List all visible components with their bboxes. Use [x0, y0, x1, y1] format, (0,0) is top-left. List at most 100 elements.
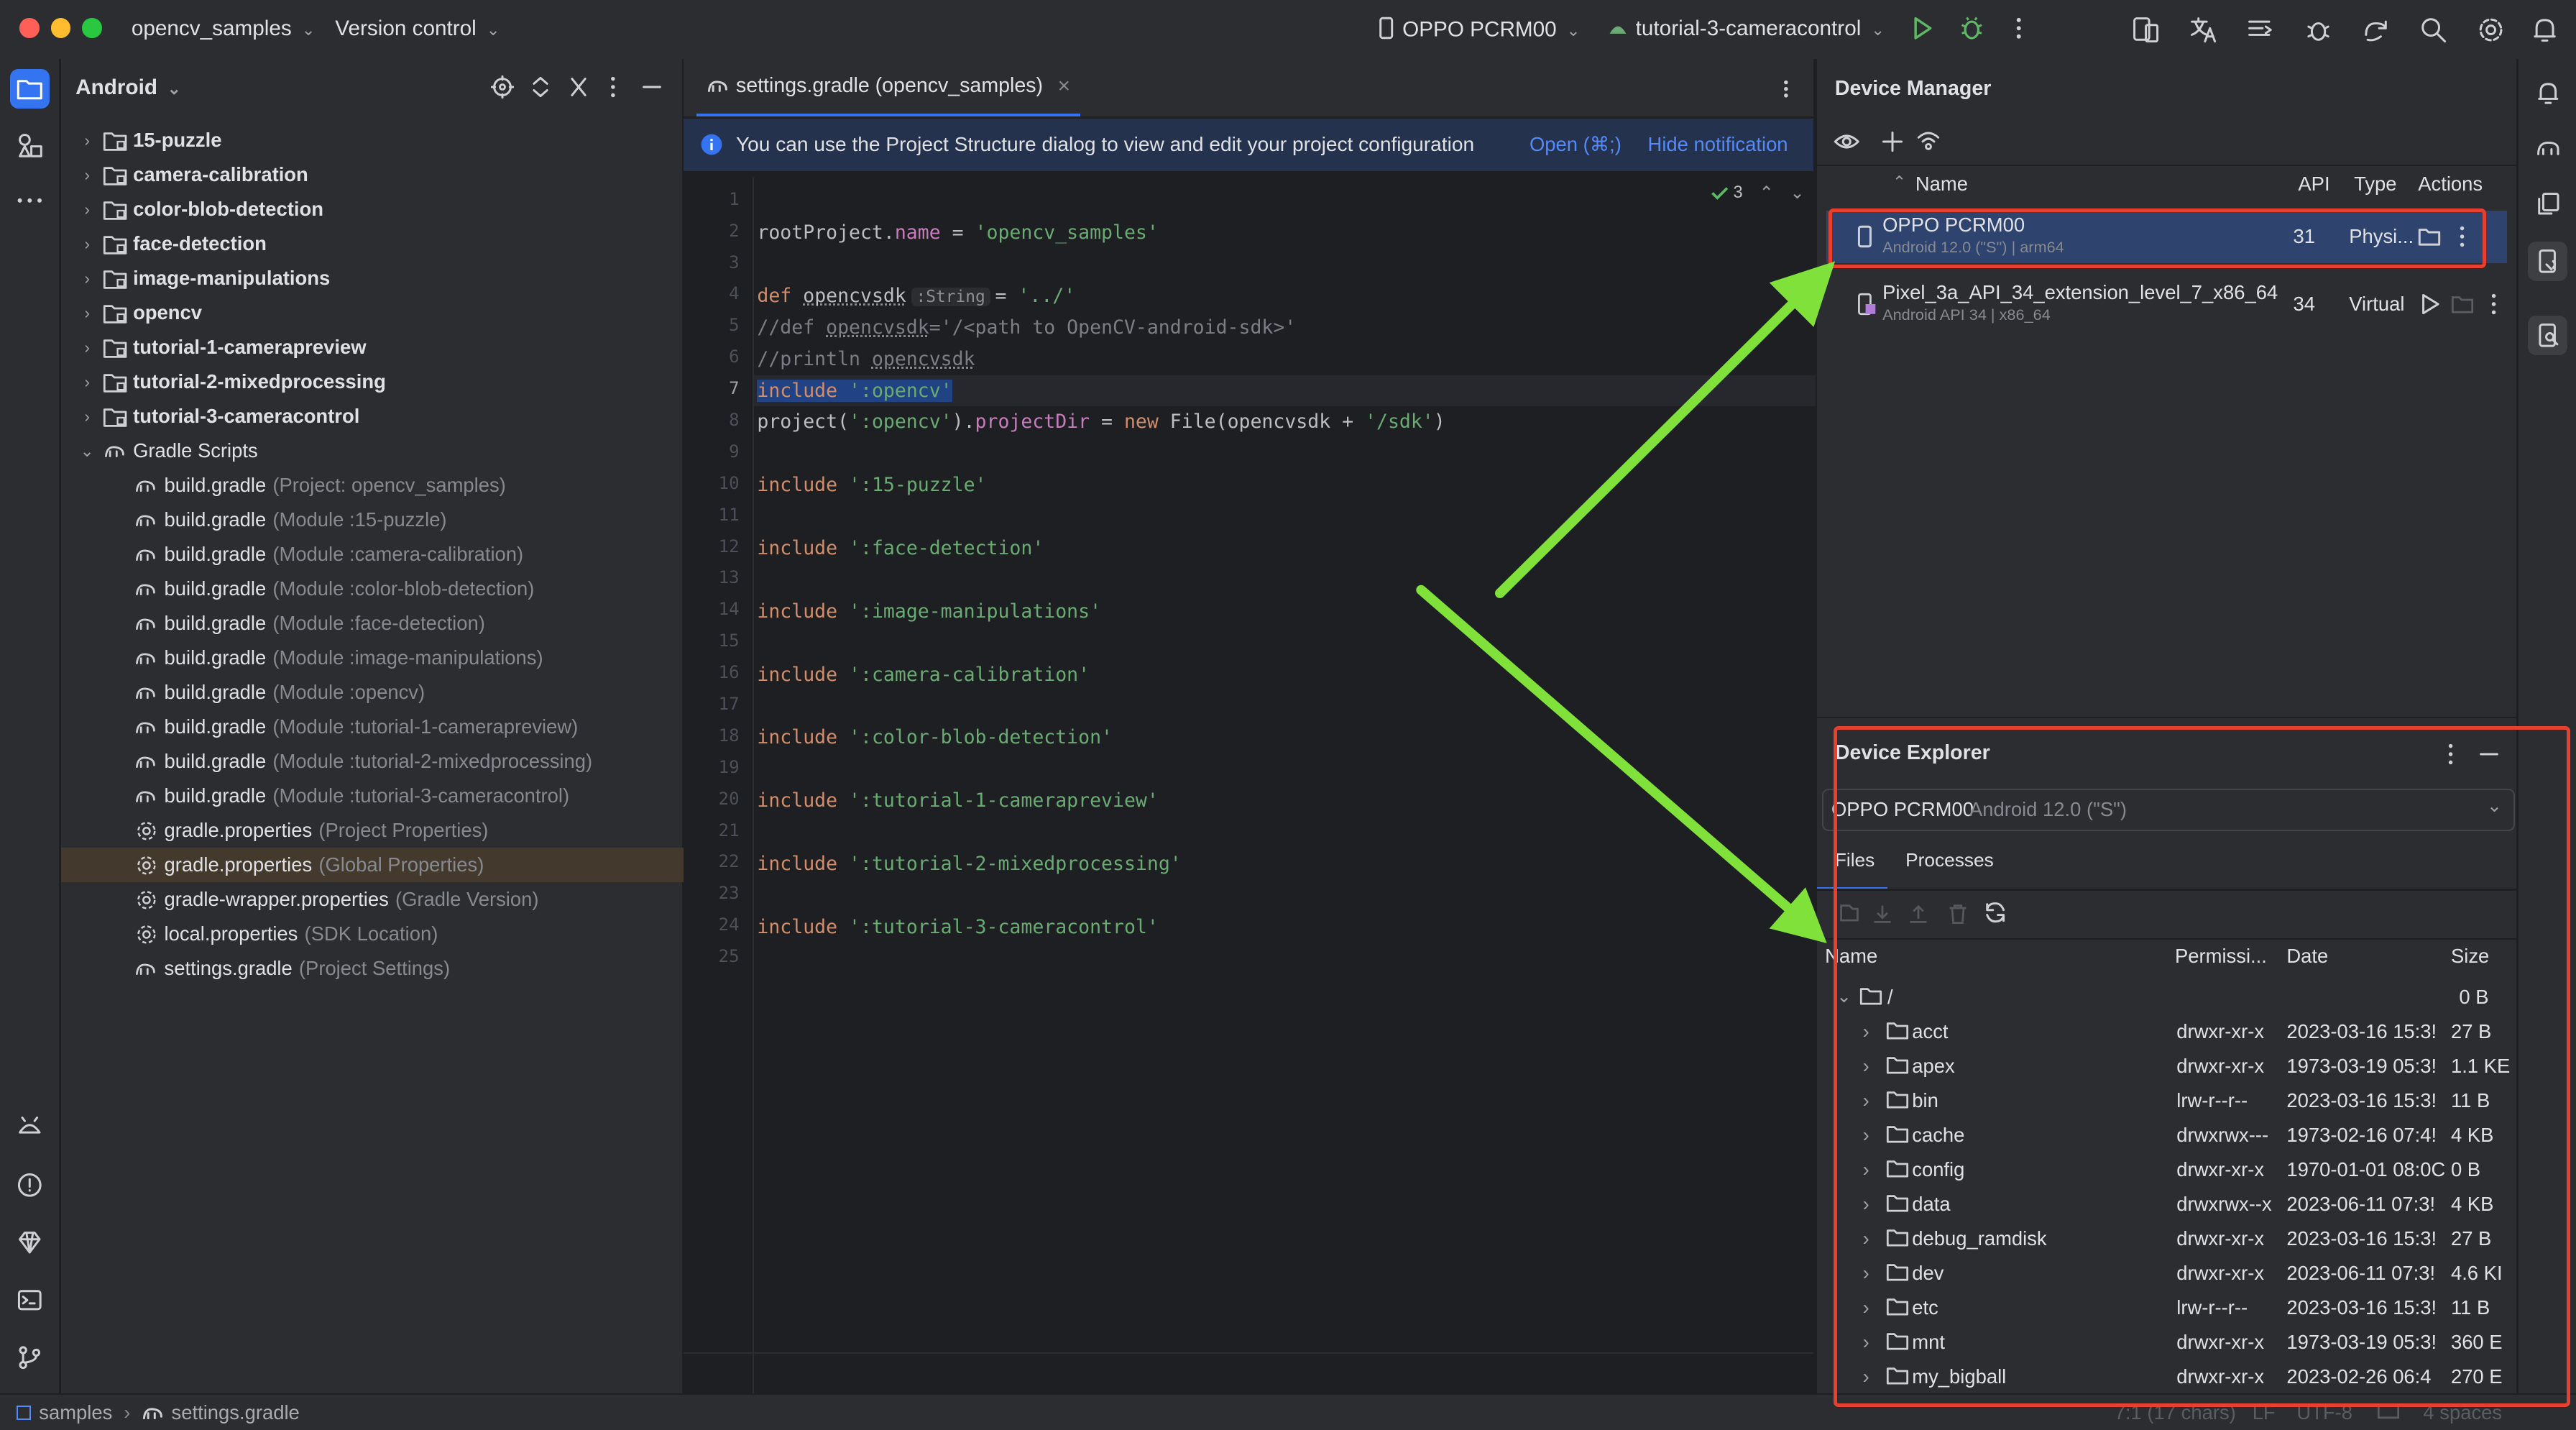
settings-icon[interactable] [2476, 15, 2506, 45]
tree-file[interactable]: build.gradle (Module :tutorial-2-mixedpro… [61, 744, 750, 779]
tree-file[interactable]: build.gradle (Module :camera-calibration) [61, 537, 750, 572]
code-area[interactable]: rootProject.name = 'opencv_samples'def o… [752, 177, 1818, 1413]
tree-file[interactable]: build.gradle (Module :tutorial-3-cameraco… [61, 779, 750, 813]
run-config-selector[interactable]: tutorial-3-cameracontrol ⌄ [1606, 17, 1885, 41]
chevron-right-icon[interactable]: › [77, 165, 96, 185]
open-project-structure-link[interactable]: Open (⌘;) [1530, 133, 1622, 156]
project-selector[interactable]: opencv_samples ⌄ [132, 17, 316, 41]
chevron-right-icon[interactable]: › [77, 234, 96, 254]
column-name[interactable]: Name [1915, 173, 1968, 196]
code-line[interactable]: rootProject.name = 'opencv_samples' [757, 217, 1158, 248]
chevron-right-icon[interactable]: › [77, 303, 96, 323]
code-line[interactable]: //println opencvsdk [757, 344, 975, 375]
project-view-selector[interactable]: Android ⌄ [75, 75, 181, 100]
code-line[interactable]: include ':opencv' [753, 375, 1818, 406]
more-vertical-icon[interactable] [1781, 79, 1791, 98]
chevron-right-icon[interactable]: › [77, 131, 96, 150]
notifications-icon[interactable] [2530, 15, 2559, 45]
more-tools-button[interactable] [10, 180, 50, 220]
breadcrumb-file[interactable]: settings.gradle [172, 1401, 300, 1424]
hide-notification-link[interactable]: Hide notification [1648, 133, 1788, 156]
tree-module[interactable]: › tutorial-2-mixedprocessing [61, 365, 699, 399]
tab-settings-gradle[interactable]: settings.gradle (opencv_samples) × [696, 59, 1080, 116]
tree-module[interactable]: › face-detection [61, 226, 699, 261]
more-vertical-icon[interactable] [2490, 293, 2497, 316]
expand-all-icon[interactable] [529, 75, 552, 98]
code-line[interactable]: project(':opencv').projectDir = new File… [757, 406, 1445, 437]
tree-file[interactable]: build.gradle (Project: opencv_samples) [61, 468, 750, 503]
pair-wifi-icon[interactable] [1917, 130, 1940, 153]
eye-icon[interactable] [1834, 130, 1860, 153]
tree-module[interactable]: › opencv [61, 295, 699, 330]
device-mirror-icon[interactable] [2131, 15, 2161, 45]
tree-module[interactable]: › tutorial-1-camerapreview [61, 330, 699, 365]
chevron-right-icon[interactable]: › [77, 407, 96, 426]
device-explorer-tool-button[interactable] [2528, 315, 2568, 355]
more-vertical-icon[interactable] [608, 75, 618, 98]
locate-icon[interactable] [491, 75, 515, 99]
tree-file[interactable]: build.gradle (Module :image-manipulations… [61, 641, 750, 675]
device-file-tool-button[interactable] [2528, 184, 2567, 224]
code-line[interactable]: include ':face-detection' [757, 533, 1044, 564]
chevron-right-icon[interactable]: › [77, 269, 96, 288]
breadcrumb-root[interactable]: samples [39, 1401, 112, 1424]
tree-module[interactable]: › color-blob-detection [61, 192, 699, 226]
sort-ascending-icon[interactable]: ⌃ [1892, 173, 1906, 192]
maximize-window-button[interactable] [82, 18, 102, 38]
tree-module[interactable]: › camera-calibration [61, 157, 699, 192]
chevron-right-icon[interactable]: › [77, 372, 96, 392]
add-device-icon[interactable] [1881, 130, 1904, 153]
device-row-pixel-3a[interactable]: Pixel_3a_API_34_extension_level_7_x86_64… [1826, 278, 2506, 330]
column-api[interactable]: API [2298, 173, 2329, 196]
tree-file[interactable]: build.gradle (Module :color-blob-detectio… [61, 572, 750, 606]
column-type[interactable]: Type [2354, 173, 2396, 196]
problems-button[interactable] [10, 1165, 50, 1205]
resource-manager-button[interactable] [10, 125, 50, 165]
hide-panel-icon[interactable] [640, 75, 663, 98]
app-quality-button[interactable] [10, 1223, 50, 1262]
vcs-menu[interactable]: Version control ⌄ [335, 17, 500, 41]
device-selector[interactable]: OPPO PCRM00 ⌄ [1376, 17, 1581, 42]
build-variants-button[interactable] [10, 1108, 50, 1147]
notifications-tool-button[interactable] [2528, 73, 2567, 112]
run-icon[interactable] [1909, 15, 1936, 42]
code-line[interactable]: include ':tutorial-2-mixedprocessing' [757, 848, 1181, 879]
logcat-icon[interactable] [2246, 15, 2276, 45]
code-line[interactable]: include ':tutorial-1-camerapreview' [757, 785, 1158, 816]
code-line[interactable]: //def opencvsdk='/<path to OpenCV-androi… [757, 312, 1296, 343]
code-line[interactable]: include ':image-manipulations' [757, 596, 1101, 627]
tree-module[interactable]: › 15-puzzle [61, 123, 699, 157]
tree-file[interactable]: build.gradle (Module :opencv) [61, 675, 750, 710]
code-line[interactable]: include ':tutorial-3-cameracontrol' [757, 912, 1158, 943]
tree-module[interactable]: › tutorial-3-cameracontrol [61, 399, 699, 434]
tree-file[interactable]: build.gradle (Module :15-puzzle) [61, 503, 750, 537]
tree-file[interactable]: gradle.properties (Global Properties) [60, 848, 750, 883]
terminal-button[interactable] [10, 1280, 50, 1320]
code-line[interactable]: include ':15-puzzle' [757, 469, 986, 500]
sync-gradle-icon[interactable] [2361, 15, 2391, 45]
tree-file[interactable]: local.properties (SDK Location) [61, 917, 750, 951]
search-icon[interactable] [2419, 15, 2448, 45]
project-tool-button[interactable] [9, 68, 50, 109]
launch-emulator-icon[interactable] [2420, 293, 2439, 316]
code-line[interactable]: include ':camera-calibration' [757, 659, 1090, 690]
tree-file[interactable]: settings.gradle (Project Settings) [61, 951, 750, 986]
collapse-all-icon[interactable] [567, 75, 590, 98]
tree-module[interactable]: › image-manipulations [61, 261, 699, 295]
debug-icon[interactable] [1959, 15, 1985, 42]
code-line[interactable]: def opencvsdk:String = '../' [757, 280, 1075, 311]
tree-gradle-scripts[interactable]: ⌄ Gradle Scripts [61, 434, 699, 468]
chevron-right-icon[interactable]: › [77, 338, 96, 357]
tree-file[interactable]: gradle.properties (Project Properties) [61, 813, 750, 848]
close-tab-icon[interactable]: × [1058, 74, 1070, 98]
translate-icon[interactable] [2189, 15, 2218, 45]
code-line[interactable]: include ':color-blob-detection' [757, 722, 1113, 753]
close-window-button[interactable] [19, 18, 40, 38]
version-control-button[interactable] [10, 1338, 50, 1378]
device-manager-tool-button[interactable] [2528, 241, 2568, 281]
minimize-window-button[interactable] [50, 18, 71, 38]
gradle-tool-button[interactable] [2528, 128, 2567, 168]
tree-file[interactable]: gradle-wrapper.properties (Gradle Version… [61, 882, 750, 917]
chevron-right-icon[interactable]: › [77, 200, 96, 219]
more-vertical-icon[interactable] [2009, 15, 2028, 42]
